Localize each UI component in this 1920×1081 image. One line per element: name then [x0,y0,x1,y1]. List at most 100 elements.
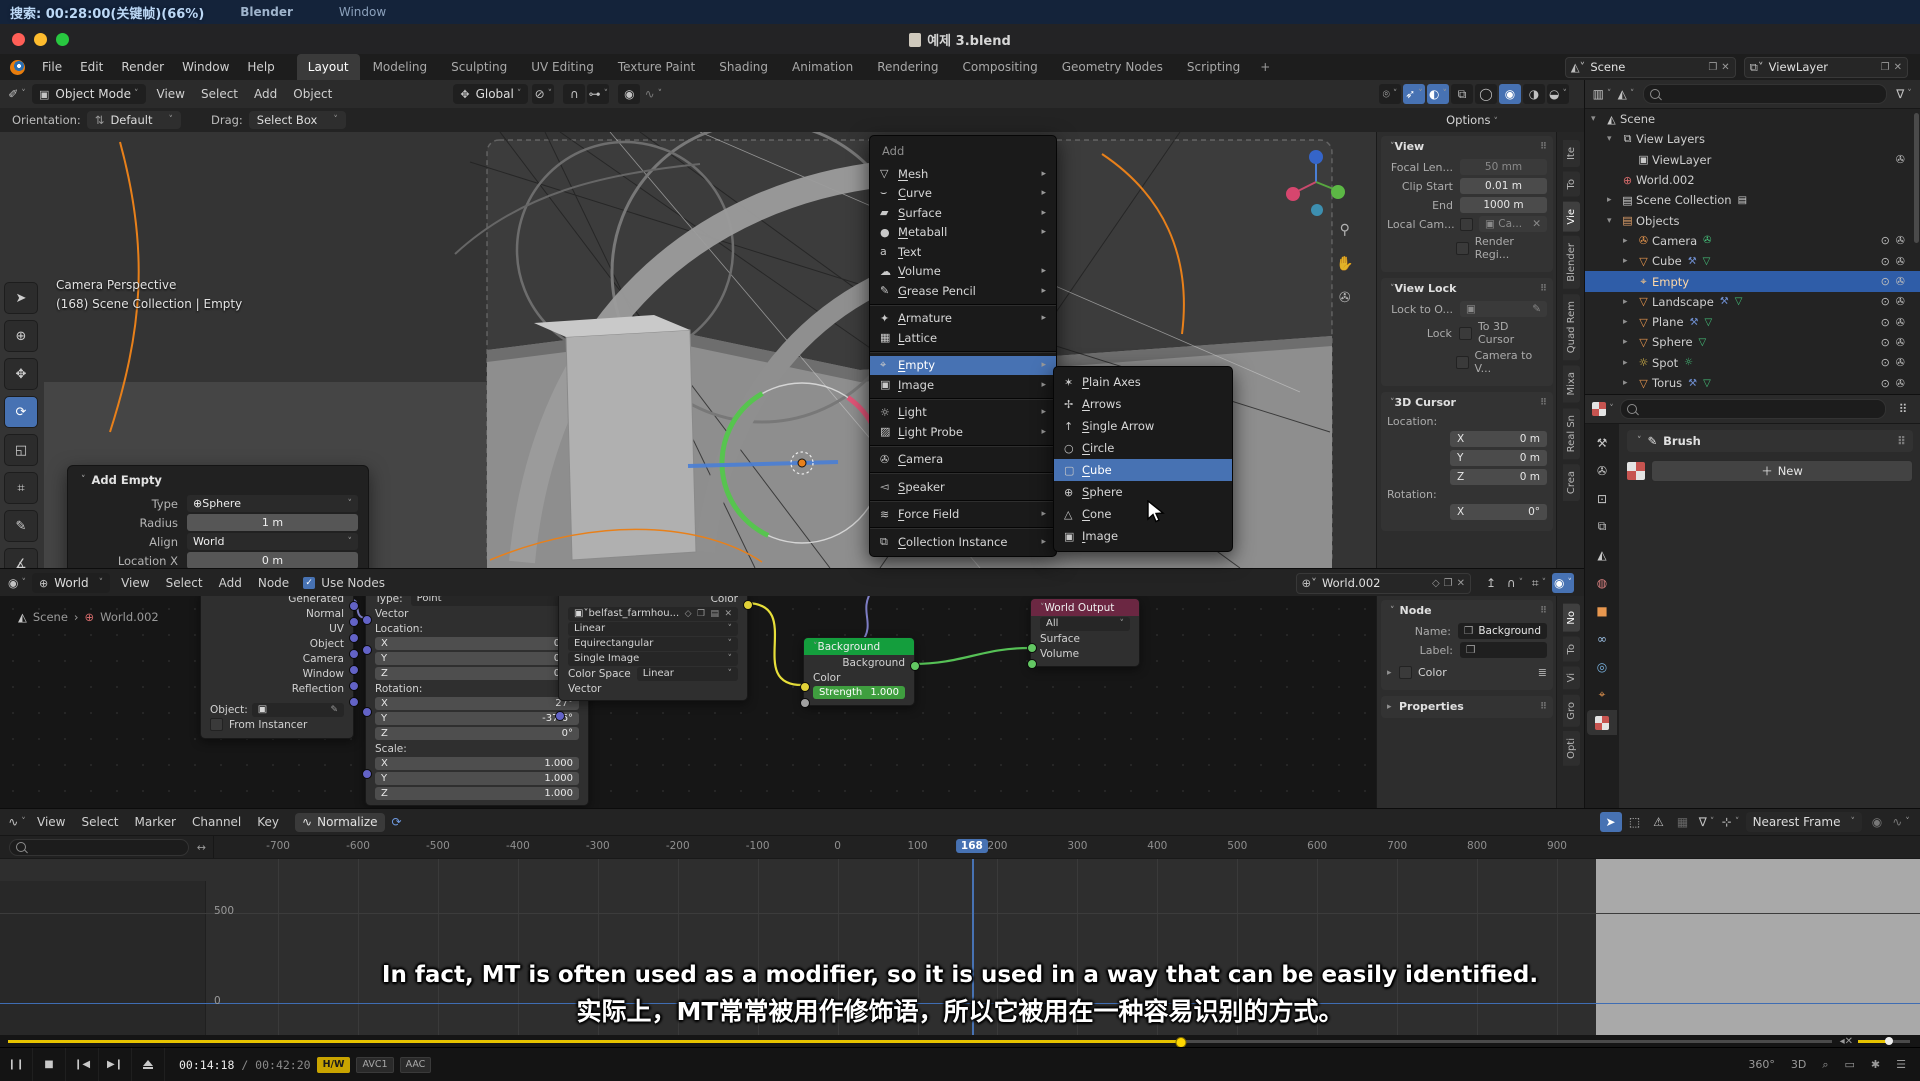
graph-menu-channel[interactable]: Channel [184,815,249,829]
empty-submenu-item-cube[interactable]: ▢Cube [1054,459,1232,481]
drag-dropdown[interactable]: Select Box˅ [249,111,346,129]
camera-view-icon[interactable]: ✇ [1339,290,1351,306]
orientation-dropdown[interactable]: ⇅Default˅ [87,111,181,129]
node-label-field[interactable]: ❒ [1460,642,1547,658]
editor-type-icon[interactable]: ∿˅ [6,812,28,832]
add-menu-item-surface[interactable]: ▰Surface▸ [870,203,1056,223]
next-button[interactable]: ▶❙ [99,1048,132,1081]
object-field[interactable]: ▣ Ca...✕ [1479,216,1547,232]
proportional-icon[interactable]: ⊹˅ [1720,812,1742,832]
tab-render[interactable]: ✇ [1587,458,1617,483]
copy-icon[interactable]: ❐ [1881,62,1890,73]
graph-menu-select[interactable]: Select [73,815,126,829]
falloff-icon[interactable]: ∿˅ [1890,812,1912,832]
sidebar-tab-crea[interactable]: Crea [1563,464,1580,501]
add-menu-item-empty[interactable]: ⌖Empty▸ [870,356,1056,376]
snap-arrow-icon[interactable]: ↥ [1480,573,1502,593]
hide-eye-icon[interactable]: ⊙ [1881,336,1890,349]
input-rotation[interactable] [362,707,372,717]
filter-funnel-icon[interactable]: ∇˅ [1696,812,1718,832]
sidebar-tab-quad-rem[interactable]: Quad Rem [1563,294,1580,360]
outliner-scrollbar[interactable] [1914,113,1919,243]
workspace-tab-layout[interactable]: Layout [297,54,360,80]
editor-type-icon[interactable]: ◉˅ [6,573,28,593]
blender-logo-icon[interactable] [10,60,25,75]
playlist-icon[interactable]: ☰ [1896,1058,1906,1071]
sidebar-tab-mixa[interactable]: Mixa [1563,365,1580,402]
field-radius[interactable]: 1 m [187,514,358,531]
output-camera[interactable] [349,665,359,675]
use-nodes-checkbox[interactable]: ✓ Use Nodes [303,576,385,590]
workspace-tab-compositing[interactable]: Compositing [951,54,1048,80]
expand-icon[interactable]: ▸ [1623,297,1635,307]
tab-tool[interactable]: ⚒ [1587,430,1617,455]
outliner-row-sphere[interactable]: ▸▽ Sphere▽⊙✇ [1585,332,1920,352]
os-window-menu[interactable]: Window [339,5,386,19]
tab-constraints[interactable]: ∞ [1587,626,1617,651]
empty-submenu-item-plain-axes[interactable]: ✶Plain Axes [1054,371,1232,393]
close-icon[interactable]: ✕ [1721,62,1729,73]
disable-camera-icon[interactable]: ✇ [1896,336,1905,349]
output-uv[interactable] [349,633,359,643]
object-field[interactable]: ▣✎ [252,703,344,717]
background-node-header[interactable]: ˅ Background [804,638,914,655]
sidebar-tab-blender[interactable]: Blender [1563,236,1580,289]
close-icon[interactable]: ✕ [1532,218,1541,230]
shading-solid-icon[interactable]: ◉ [1499,84,1521,104]
panel-header-view[interactable]: ˅ View⠿ [1387,140,1547,153]
add-menu-item-speaker[interactable]: ◅Speaker [870,477,1056,497]
add-menu-item-camera[interactable]: ✇Camera [870,450,1056,470]
workspace-tab-rendering[interactable]: Rendering [866,54,949,80]
cursor-location-x[interactable]: X0 m [1450,431,1547,447]
tool-cursor[interactable]: ⊕ [4,320,38,352]
copy-icon[interactable]: ❐ [1708,62,1717,73]
add-menu-item-armature[interactable]: ✦Armature▸ [870,309,1056,329]
add-menu-item-metaball[interactable]: ●Metaball▸ [870,223,1056,243]
cursor-location-z[interactable]: Z0 m [1450,469,1547,485]
input-volume[interactable] [1027,659,1037,669]
shader-type-selector[interactable]: ⊕ World˅ [32,573,110,593]
field-type[interactable]: ⊕ Sphere˅ [187,495,358,512]
shader-menu-view[interactable]: View [113,576,157,590]
add-menu-item-force-field[interactable]: ≋Force Field▸ [870,505,1056,525]
sidebar-tab-to[interactable]: To [1563,172,1580,197]
close-icon[interactable]: ✕ [1894,62,1902,73]
input-vector[interactable] [362,615,372,625]
shader-menu-node[interactable]: Node [250,576,297,590]
empty-submenu-item-cone[interactable]: △Cone [1054,503,1232,525]
mapping-rotation-z[interactable]: Z0° [375,727,579,740]
add-menu-item-curve[interactable]: ⌣Curve▸ [870,184,1056,204]
add-menu-item-volume[interactable]: ☁Volume▸ [870,262,1056,282]
seek-bar[interactable]: ◂✕ [0,1035,1920,1047]
shading-rendered-icon[interactable]: ◒˅ [1547,84,1569,104]
viewlayer-selector[interactable]: ⧉˅ ViewLayer ❐ ✕ [1744,57,1908,78]
properties-options-icon[interactable]: ⠿ [1892,399,1914,419]
previous-button[interactable]: ❙◀ [66,1048,99,1081]
shading-wireframe-icon[interactable]: ◯ [1475,84,1497,104]
output-normal[interactable] [349,617,359,627]
subtitle-search-icon[interactable]: ⌕ [1822,1058,1828,1072]
seek-track[interactable] [8,1040,1832,1043]
box-select-icon[interactable]: ⬚ [1624,812,1646,832]
menu-file[interactable]: File [33,60,71,74]
scene-selector[interactable]: ◭˅ Scene ❐ ✕ [1565,57,1736,78]
timeline-ruler[interactable]: ↔ -700-600-500-400-300-200-1000100200300… [0,836,1920,859]
object-picker-field[interactable]: ▣✎ [1460,301,1547,317]
field-end[interactable]: 1000 m [1460,197,1547,213]
volume-control[interactable]: ◂✕ [1840,1036,1910,1047]
empty-submenu-item-circle[interactable]: ○Circle [1054,437,1232,459]
hide-eye-icon[interactable]: ⊙ [1881,255,1890,268]
input-strength[interactable] [800,698,810,708]
expand-icon[interactable]: ▸ [1623,358,1635,368]
close-icon[interactable]: ✕ [1457,578,1465,589]
viewport-menu-add[interactable]: Add [246,87,285,101]
snap-target-icon[interactable]: ⊶˅ [587,84,609,104]
node-snap-magnet-icon[interactable]: ∩˅ [1504,573,1526,593]
shader-tab-to[interactable]: To [1563,637,1580,662]
new-texture-button[interactable]: ＋New [1651,460,1913,482]
empty-submenu-item-sphere[interactable]: ⊕Sphere [1054,481,1232,503]
workspace-tab-sculpting[interactable]: Sculpting [440,54,518,80]
input-vector[interactable] [555,711,565,721]
empty-submenu-item-image[interactable]: ▣Image [1054,525,1232,547]
output-object[interactable] [349,649,359,659]
